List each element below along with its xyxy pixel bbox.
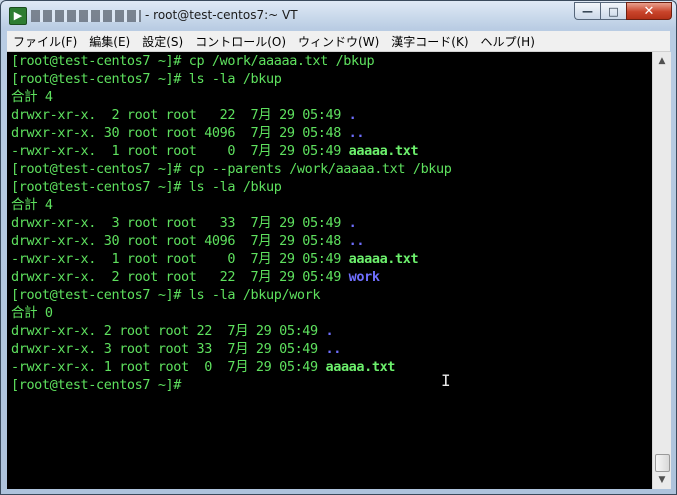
window-controls: — □ ✕ (574, 2, 672, 20)
terminal-line: [root@test-centos7 ~]# ls -la /bkup/work (7, 286, 652, 304)
directory-name: . (348, 215, 357, 231)
terminal-text: drwxr-xr-x. 3 root root 33 7月 29 05:49 (11, 215, 349, 231)
menu-setup[interactable]: 設定(S) (136, 33, 189, 50)
window-title: - root@test-centos7:~ VT (145, 8, 298, 22)
terminal-text: 合計 0 (11, 305, 53, 321)
terminal-line: -rwxr-xr-x. 1 root root 0 7月 29 05:49 aa… (7, 358, 652, 376)
menu-control[interactable]: コントロール(O) (189, 33, 292, 50)
maximize-button[interactable]: □ (600, 2, 626, 20)
terminal-line: drwxr-xr-x. 30 root root 4096 7月 29 05:4… (7, 232, 652, 250)
menu-help[interactable]: ヘルプ(H) (475, 33, 541, 50)
vertical-scrollbar[interactable]: ▲ ▼ (652, 52, 671, 489)
app-icon[interactable]: ▶ (9, 7, 27, 25)
terminal-line: drwxr-xr-x. 3 root root 33 7月 29 05:49 .… (7, 340, 652, 358)
menu-edit[interactable]: 編集(E) (83, 33, 136, 50)
terminal-line: drwxr-xr-x. 2 root root 22 7月 29 05:49 w… (7, 268, 652, 286)
window-frame: ▶ - root@test-centos7:~ VT — □ ✕ ファイル(F)… (0, 0, 677, 495)
terminal-line: 合計 4 (7, 196, 652, 214)
directory-name: .. (325, 341, 341, 357)
terminal-line: drwxr-xr-x. 2 root root 22 7月 29 05:49 . (7, 322, 652, 340)
redacted-title-prefix (31, 10, 141, 22)
scroll-thumb[interactable] (655, 454, 670, 472)
terminal-text: drwxr-xr-x. 2 root root 22 7月 29 05:49 (11, 323, 326, 339)
terminal-text: drwxr-xr-x. 30 root root 4096 7月 29 05:4… (11, 125, 349, 141)
directory-name: .. (348, 233, 365, 249)
terminal-line: -rwxr-xr-x. 1 root root 0 7月 29 05:49 aa… (7, 142, 652, 160)
terminal-line: drwxr-xr-x. 30 root root 4096 7月 29 05:4… (7, 124, 652, 142)
minimize-button[interactable]: — (574, 2, 600, 20)
terminal-line: drwxr-xr-x. 3 root root 33 7月 29 05:49 . (7, 214, 652, 232)
terminal-text: -rwxr-xr-x. 1 root root 0 7月 29 05:49 (11, 143, 349, 159)
file-name: aaaaa.txt (325, 359, 396, 375)
terminal-text: drwxr-xr-x. 2 root root 22 7月 29 05:49 (11, 107, 349, 123)
terminal-line: 合計 0 (7, 304, 652, 322)
scroll-down-icon[interactable]: ▼ (654, 472, 670, 488)
terminal-text: 合計 4 (11, 89, 53, 105)
ibeam-cursor-icon: I (441, 371, 451, 390)
terminal-text: [root@test-centos7 ~]# ls -la /bkup/work (11, 287, 321, 303)
terminal-line: -rwxr-xr-x. 1 root root 0 7月 29 05:49 aa… (7, 250, 652, 268)
terminal-text: drwxr-xr-x. 2 root root 22 7月 29 05:49 (11, 269, 349, 285)
terminal-line: 合計 4 (7, 88, 652, 106)
terminal-text: [root@test-centos7 ~]# (11, 377, 182, 393)
terminal-text: -rwxr-xr-x. 1 root root 0 7月 29 05:49 (11, 251, 349, 267)
terminal-text: -rwxr-xr-x. 1 root root 0 7月 29 05:49 (11, 359, 326, 375)
terminal-text: [root@test-centos7 ~]# cp --parents /wor… (11, 161, 452, 177)
menu-kanji-code[interactable]: 漢字コード(K) (385, 33, 474, 50)
terminal-line: [root@test-centos7 ~]# (7, 376, 652, 394)
terminal-output[interactable]: [root@test-centos7 ~]# cp /work/aaaaa.tx… (7, 52, 652, 489)
menu-bar: ファイル(F) 編集(E) 設定(S) コントロール(O) ウィンドウ(W) 漢… (7, 31, 670, 52)
title-bar[interactable]: ▶ - root@test-centos7:~ VT — □ ✕ (1, 1, 677, 31)
directory-name: work (348, 269, 380, 285)
file-name: aaaaa.txt (348, 143, 419, 159)
terminal-text: [root@test-centos7 ~]# cp /work/aaaaa.tx… (11, 53, 375, 69)
terminal-line: [root@test-centos7 ~]# ls -la /bkup (7, 178, 652, 196)
terminal-text: 合計 4 (11, 197, 53, 213)
menu-window[interactable]: ウィンドウ(W) (292, 33, 385, 50)
terminal-line: drwxr-xr-x. 2 root root 22 7月 29 05:49 . (7, 106, 652, 124)
terminal-line: [root@test-centos7 ~]# ls -la /bkup (7, 70, 652, 88)
directory-name: . (348, 107, 357, 123)
terminal-line: [root@test-centos7 ~]# cp /work/aaaaa.tx… (7, 52, 652, 70)
menu-file[interactable]: ファイル(F) (7, 33, 83, 50)
terminal-line: [root@test-centos7 ~]# cp --parents /wor… (7, 160, 652, 178)
scroll-up-icon[interactable]: ▲ (654, 53, 670, 69)
terminal-text: [root@test-centos7 ~]# ls -la /bkup (11, 179, 282, 195)
terminal-text: drwxr-xr-x. 30 root root 4096 7月 29 05:4… (11, 233, 349, 249)
directory-name: .. (348, 125, 365, 141)
file-name: aaaaa.txt (348, 251, 419, 267)
terminal-text: [root@test-centos7 ~]# ls -la /bkup (11, 71, 282, 87)
terminal-text: drwxr-xr-x. 3 root root 33 7月 29 05:49 (11, 341, 326, 357)
close-button[interactable]: ✕ (626, 2, 672, 20)
directory-name: . (325, 323, 334, 339)
